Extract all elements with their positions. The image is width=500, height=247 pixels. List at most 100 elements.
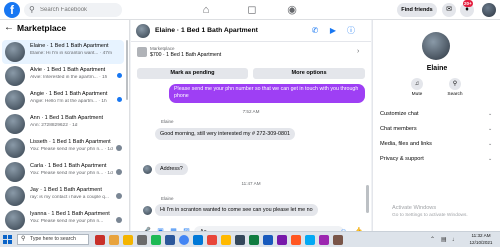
marketplace-icon[interactable]: ◻ [244, 2, 260, 18]
excel-icon[interactable] [249, 235, 259, 245]
app-icon-6[interactable] [165, 235, 175, 245]
contact-avatar[interactable] [136, 24, 150, 38]
message-timestamp: 7:52 AM [242, 109, 260, 114]
sidebar-title: Marketplace [17, 23, 67, 33]
word-icon[interactable] [263, 235, 273, 245]
chrome-icon[interactable] [179, 235, 189, 245]
preview-text: Alvie: Interested in the apartm... [30, 75, 98, 80]
incoming-message-bubble: Hi I'm in scranton wanted to come see ca… [155, 204, 318, 216]
conversation-preview: ray: is my contact i have a couple q... [30, 195, 116, 201]
conversation-item[interactable]: Carla · 1 Bed 1 Bath Apartment You: Pleas… [2, 160, 124, 184]
clock-date: 12/10/2021 [469, 239, 493, 245]
phone-icon[interactable]: ✆ [309, 25, 321, 37]
edge-icon[interactable] [193, 235, 203, 245]
sender-avatar[interactable] [143, 165, 152, 174]
chevron-down-icon: ⌄ [488, 156, 493, 162]
seen-avatar-icon [116, 193, 122, 199]
listing-price: $700 · 1 Bed 1 Bath Apartment [150, 52, 222, 58]
seen-avatar-icon [116, 145, 122, 151]
row-label: Customize chat [380, 111, 419, 117]
conversation-name: Ann · 1 Bed 1 Bath Apartment [30, 115, 104, 121]
profile-avatar[interactable] [482, 3, 496, 17]
preview-text: Angie: Hello I'm at the apartm... [30, 99, 98, 104]
preview-time: 1h [101, 99, 107, 104]
message-sender-name: Elaine [161, 196, 174, 201]
conversation-item[interactable]: Alvie · 1 Bed 1 Bath Apartment Alvie: Int… [2, 64, 124, 88]
unread-dot-icon [117, 73, 122, 78]
sidebar-header: ← Marketplace [0, 20, 129, 37]
chat-scrollbar[interactable] [366, 185, 369, 213]
sidebar-scrollbar[interactable] [126, 40, 128, 100]
tray-chevron-icon[interactable]: ⌃ [430, 236, 435, 244]
taskbar-clock[interactable]: 11:32 AM 12/10/2021 [465, 233, 497, 246]
message-sender-name: Elaine [161, 119, 174, 124]
back-arrow-icon[interactable]: ← [4, 23, 14, 33]
unread-dot-icon [117, 97, 122, 102]
bell-icon: ♫ [411, 78, 423, 90]
app-icon-10[interactable] [221, 235, 231, 245]
conversation-name: Lisseth · 1 Bed 1 Bath Apartment [30, 139, 111, 145]
app-icon-5[interactable] [151, 235, 161, 245]
mute-label: Mute [411, 92, 423, 97]
volume-icon[interactable]: ♩ [452, 236, 458, 244]
app-icon-4[interactable] [137, 235, 147, 245]
incoming-message-bubble: Address? [155, 163, 188, 175]
conversation-preview: Alvie: Interested in the apartm... · 1h [30, 75, 108, 80]
search-input[interactable] [40, 3, 118, 17]
listing-card[interactable]: Marketplace $700 · 1 Bed 1 Bath Apartmen… [137, 46, 365, 60]
conversation-item[interactable]: Jay · 1 Bed 1 Bath Apartment ray: is my c… [2, 184, 124, 208]
home-icon[interactable]: ⌂ [198, 2, 214, 18]
app-icon-9[interactable] [207, 235, 217, 245]
chat-members-row[interactable]: Chat members ⌄ [380, 123, 498, 135]
notification-count-badge: 20+ [463, 0, 473, 7]
activate-windows-subtitle: Go to Settings to activate Windows. [392, 213, 468, 218]
more-options-button[interactable]: More options [253, 68, 365, 79]
search-icon: ⚲ [21, 236, 26, 242]
network-icon[interactable]: ▤ [441, 236, 447, 244]
preview-text: You: Please send me your phn n... [30, 219, 104, 224]
search-box[interactable]: ⚲ [24, 3, 122, 17]
mute-button[interactable]: ♫ Mute [407, 78, 427, 102]
find-friends-button[interactable]: Find friends [397, 3, 437, 17]
contact-profile-avatar[interactable] [422, 32, 450, 60]
video-call-icon[interactable]: ▶ [327, 25, 339, 37]
media-files-links-row[interactable]: Media, files and links ⌄ [380, 138, 498, 150]
chat-title[interactable]: Elaine · 1 Bed 1 Bath Apartment [155, 27, 258, 35]
app-icon-17[interactable] [319, 235, 329, 245]
messenger-icon[interactable]: ✉ [442, 3, 456, 17]
app-icon-2[interactable] [109, 235, 119, 245]
preview-time: 1h [102, 75, 108, 80]
conversation-name: Angie · 1 Bed 1 Bath Apartment [30, 91, 108, 97]
conversation-item[interactable]: Iyanna · 1 Bed 1 Bath Apartment You: Plea… [2, 208, 124, 231]
app-icon-14[interactable] [277, 235, 287, 245]
mark-as-pending-button[interactable]: Mark as pending [137, 68, 248, 79]
conversation-preview: You: Please send me your phn n... · 1d [30, 171, 116, 177]
app-icon-16[interactable] [305, 235, 315, 245]
chevron-right-icon[interactable]: › [357, 48, 359, 55]
sender-avatar[interactable] [143, 206, 152, 215]
avatar [5, 114, 25, 134]
conversation-item[interactable]: Lisseth · 1 Bed 1 Bath Apartment You: Ple… [2, 136, 124, 160]
conversation-name: Elaine · 1 Bed 1 Bath Apartment [30, 43, 109, 49]
customize-chat-row[interactable]: Customize chat ⌄ [380, 108, 498, 120]
info-icon[interactable]: ⓘ [345, 25, 357, 37]
conversation-name: Alvie · 1 Bed 1 Bath Apartment [30, 67, 106, 73]
taskbar-search-box[interactable]: ⚲ Type here to search [17, 234, 89, 245]
preview-text: You: Please send me your phn n... · 1d [30, 147, 113, 152]
windows-taskbar: ⚲ Type here to search ⌃ ▤ ♩ 11:32 AM 12/… [0, 231, 500, 247]
app-icon-1[interactable] [95, 235, 105, 245]
groups-icon[interactable]: ◉ [284, 2, 300, 18]
windows-start-icon[interactable] [3, 235, 12, 244]
conversation-item[interactable]: Elaine · 1 Bed 1 Bath Apartment Elaine: H… [2, 40, 124, 64]
conversation-item[interactable]: Ann · 1 Bed 1 Bath Apartment Ann: 2728829… [2, 112, 124, 136]
conversation-item[interactable]: Angie · 1 Bed 1 Bath Apartment Angie: Hel… [2, 88, 124, 112]
outgoing-message-bubble: Please send me your phn number so that w… [169, 84, 365, 103]
search-in-conversation-button[interactable]: ⚲ Search [445, 78, 465, 102]
privacy-support-row[interactable]: Privacy & support ⌄ [380, 153, 498, 165]
row-label: Privacy & support [380, 156, 424, 162]
app-icon-11[interactable] [235, 235, 245, 245]
app-icon-18[interactable] [333, 235, 343, 245]
file-explorer-icon[interactable] [123, 235, 133, 245]
facebook-logo-icon[interactable]: f [4, 2, 20, 18]
app-icon-15[interactable] [291, 235, 301, 245]
